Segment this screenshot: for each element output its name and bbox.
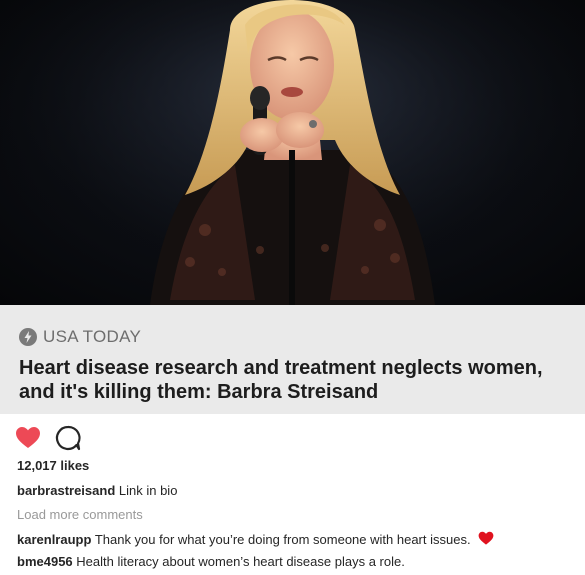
comment-text: Health literacy about women’s heart dise… bbox=[76, 554, 405, 569]
red-heart-emoji-icon bbox=[478, 531, 494, 549]
instagram-post: USA TODAY Heart disease research and tre… bbox=[0, 0, 585, 575]
comment-username[interactable]: bme4956 bbox=[17, 554, 73, 569]
source-name: USA TODAY bbox=[43, 327, 142, 346]
likes-count[interactable]: 12,017 likes bbox=[17, 458, 89, 473]
load-more-comments-link[interactable]: Load more comments bbox=[17, 507, 143, 522]
singer-illustration bbox=[0, 0, 585, 305]
caption-username[interactable]: barbrastreisand bbox=[17, 483, 115, 498]
caption: barbrastreisand Link in bio bbox=[17, 483, 177, 498]
source-label: USA TODAY bbox=[19, 327, 141, 347]
comment-bubble-icon[interactable] bbox=[55, 425, 81, 456]
headline[interactable]: Heart disease research and treatment neg… bbox=[19, 356, 559, 404]
heart-icon[interactable] bbox=[15, 426, 41, 455]
comment-text: Thank you for what you’re doing from som… bbox=[94, 532, 471, 547]
caption-text: Link in bio bbox=[118, 483, 178, 498]
link-preview-card[interactable]: USA TODAY Heart disease research and tre… bbox=[0, 305, 585, 414]
lightning-bolt-icon bbox=[19, 328, 37, 346]
comment-username[interactable]: karenlraupp bbox=[17, 532, 91, 547]
comment: karenlraupp Thank you for what you’re do… bbox=[17, 531, 494, 549]
comment: bme4956 Health literacy about women’s he… bbox=[17, 554, 405, 569]
post-actions bbox=[15, 425, 81, 456]
post-photo[interactable] bbox=[0, 0, 585, 305]
